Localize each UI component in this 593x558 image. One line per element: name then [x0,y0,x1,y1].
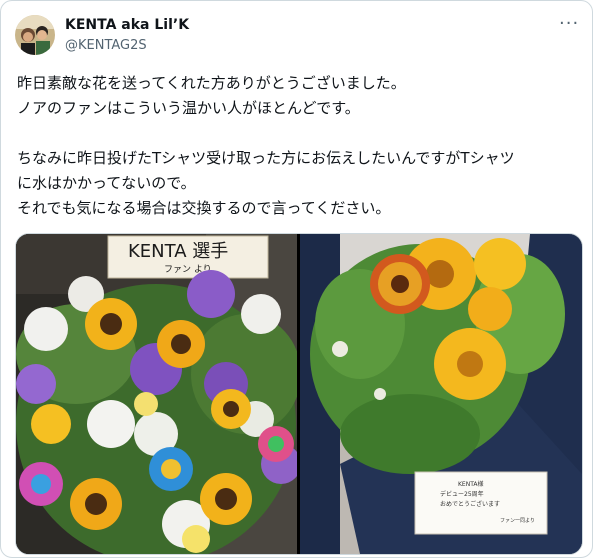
card-line: デビュー25周年 [440,490,484,498]
flower-stand-image: KENTA 選手 ファン より [16,234,297,554]
tweet-text-line: ノアのファンはこういう温かい人がほとんどです。 [17,99,360,117]
author-handle[interactable]: @KENTAG2S [65,38,147,53]
bouquet-photo[interactable]: KENTA様 デビュー25周年 おめでとうございます ファン一同より [300,234,582,554]
card-line: KENTA様 [458,480,484,488]
author-avatar[interactable] [15,15,55,55]
tweet-text-line: それでも気になる場合は交換するので言ってください。 [17,199,391,217]
tweet-card[interactable]: KENTA aka Lil’K @KENTAG2S ··· 昨日素敵な花を送って… [0,0,593,558]
bouquet-image: KENTA様 デビュー25周年 おめでとうございます ファン一同より [300,234,582,554]
flower-stand-photo[interactable]: KENTA 選手 ファン より [16,234,297,554]
avatar-photo [15,15,55,55]
author-display-name[interactable]: KENTA aka Lil’K [65,17,189,33]
tweet-text-line: ちなみに昨日投げたTシャツ受け取った方にお伝えしたいんですがTシャツ [17,149,515,167]
card-line: おめでとうございます [440,500,500,508]
tweet-media[interactable]: KENTA 選手 ファン より KENTA様 デビュー25周年 おめでとうござい… [15,233,583,555]
card-line: ファン一同より [500,518,535,524]
more-options-icon[interactable]: ··· [559,15,579,33]
tweet-text-line: に水はかかってないので。 [17,174,196,192]
sign-main-text: KENTA 選手 [128,241,228,262]
tweet-text: 昨日素敵な花を送ってくれた方ありがとうございました。 ノアのファンはこういう温か… [17,71,582,221]
tweet-text-line: 昨日素敵な花を送ってくれた方ありがとうございました。 [17,74,406,92]
